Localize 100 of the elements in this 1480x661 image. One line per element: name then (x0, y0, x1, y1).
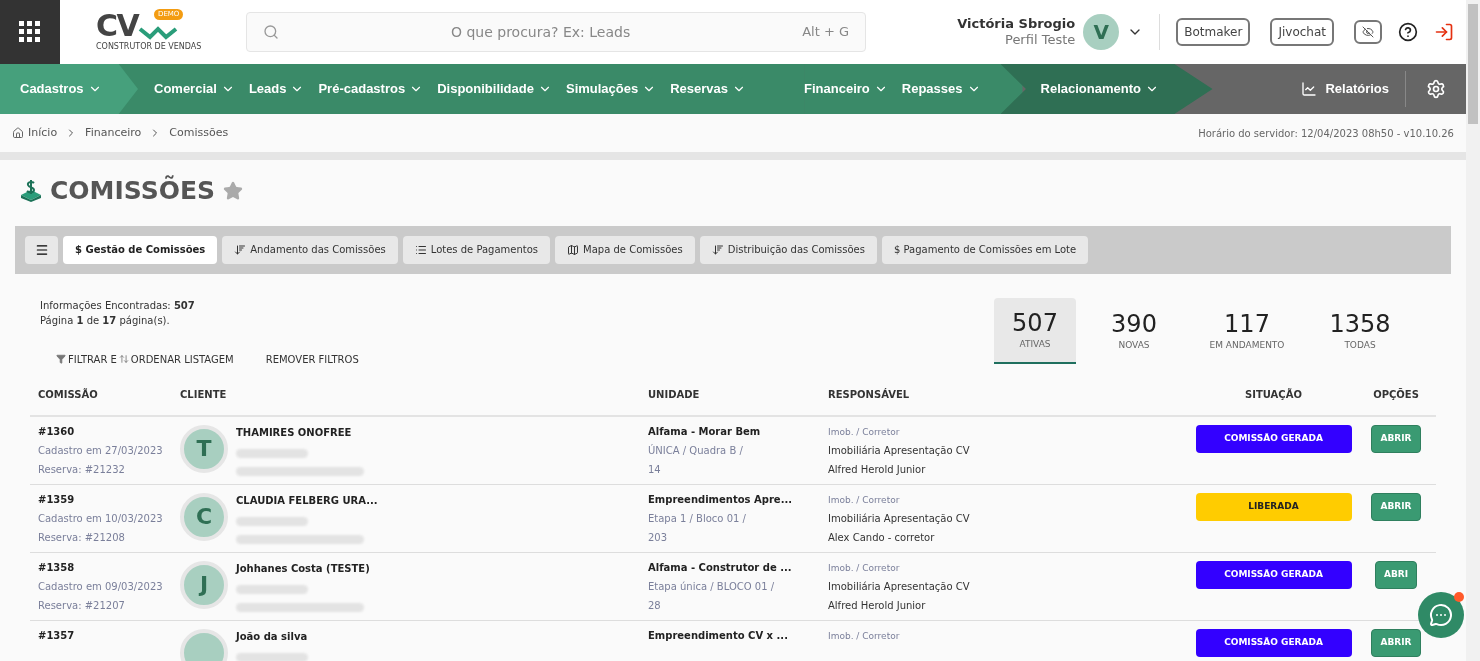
nav-menu-item[interactable]: Repasses (901, 79, 981, 99)
shortcut-hint: Alt + G (802, 23, 849, 42)
unit-name: Empreendimentos Apre... (648, 492, 794, 507)
home-icon (12, 127, 24, 139)
commission-id: #1360 (38, 424, 76, 439)
stat-tab[interactable]: 507 ATIVAS (994, 297, 1076, 364)
grid-icon (19, 21, 41, 43)
user-profile: Perfil Teste (1005, 32, 1076, 49)
apps-menu-button[interactable] (0, 0, 60, 64)
chat-icon (1429, 603, 1453, 627)
stat-tab[interactable]: 117 EM ANDAMENTO (1192, 297, 1302, 364)
settings-icon[interactable] (1426, 79, 1446, 99)
unit-number: 203 (648, 530, 669, 545)
eye-off-icon (1362, 26, 1374, 38)
column-header: RESPONSÁVEL (828, 387, 911, 402)
breadcrumb-link[interactable]: Financeiro (85, 124, 142, 142)
tab[interactable]: Andamento das Comissões (222, 235, 398, 264)
breadcrumb-link[interactable]: Início (28, 124, 58, 142)
column-header: SITUAÇÃO (1244, 387, 1303, 402)
filter-order-button[interactable]: FILTRAR E ORDENAR LISTAGEM (56, 351, 234, 367)
favorite-star-icon[interactable] (223, 180, 243, 201)
nav-menu-item[interactable]: Reservas (670, 79, 747, 99)
search-icon (263, 24, 279, 40)
sort-icon (234, 243, 247, 256)
responsible-role: Imob. / Corretor (828, 561, 901, 575)
agency-name: Imobiliária Apresentação CV (828, 443, 971, 458)
created-date: Cadastro em 10/03/2023 (38, 511, 164, 526)
page-info: Página 1 de 17 página(s). (40, 313, 171, 328)
client-name: João da silva (236, 629, 309, 644)
user-name: Victória Sbrogio (957, 15, 1076, 32)
nav-menu-item[interactable]: Simulações (565, 79, 657, 99)
tab[interactable]: $ Gestão de Comissões (63, 235, 218, 264)
up-down-arrow-icon (118, 354, 129, 364)
remove-filters-button[interactable]: REMOVER FILTROS (265, 351, 359, 367)
chat-tool-button[interactable]: Botmaker (1176, 18, 1251, 46)
nav-menu-item[interactable]: Relacionamento (1040, 79, 1159, 99)
money-icon (20, 179, 42, 202)
agency-name: Imobiliária Apresentação CV (828, 511, 971, 526)
nav-menu-item[interactable]: Leads (248, 79, 305, 99)
stat-tab[interactable]: 1358 TODAS (1318, 297, 1402, 364)
client-avatar: J (180, 560, 228, 609)
agent-name: Alfred Herold Junior (828, 462, 927, 477)
search-input[interactable]: O que procura? Ex: Leads (279, 21, 803, 43)
nav-menu-item[interactable]: Comercial (154, 79, 235, 99)
tab[interactable]: Lotes de Pagamentos (402, 235, 551, 264)
unit-name: Empreendimento CV x ... (648, 628, 789, 643)
hide-button[interactable] (1354, 20, 1382, 44)
chat-button[interactable] (1418, 592, 1464, 638)
reservation-number: Reserva: #21207 (38, 598, 126, 613)
reports-link[interactable]: Relatórios (1285, 79, 1405, 99)
commission-id: #1359 (38, 492, 76, 507)
column-header: COMISSÃO (37, 387, 99, 402)
help-icon[interactable] (1398, 22, 1418, 42)
scrollbar[interactable] (1466, 0, 1480, 661)
column-header: CLIENTE (180, 387, 228, 402)
created-date: Cadastro em 09/03/2023 (38, 579, 164, 594)
reservation-number: Reserva: #21208 (38, 530, 126, 545)
logo-tagline: CONSTRUTOR DE VENDAS (96, 41, 202, 53)
stat-tab[interactable]: 390 NOVAS (1092, 297, 1176, 364)
logo-mark[interactable]: CV (96, 11, 139, 41)
page-title: COMISSÕES (50, 174, 215, 207)
commission-id: #1357 (38, 628, 76, 643)
unit-detail: ÚNICA / Quadra B / (648, 443, 744, 458)
logout-icon[interactable] (1434, 22, 1454, 42)
filter-icon (56, 354, 66, 364)
responsible-role: Imob. / Corretor (828, 629, 901, 643)
server-info: Horário do servidor: 12/04/2023 08h50 - v10.10.26 (1198, 126, 1454, 141)
unit-number: 14 (648, 462, 662, 477)
column-header: OPÇÕES (1372, 387, 1420, 402)
nav-menu-item[interactable]: Pré-cadastros (318, 79, 424, 99)
map-icon (567, 243, 580, 256)
created-date: Cadastro em 27/03/2023 (38, 443, 164, 458)
user-avatar[interactable]: V (1083, 14, 1120, 50)
agent-name: Alfred Herold Junior (828, 598, 927, 613)
agent-name: Alex Cando - corretor (828, 530, 936, 545)
client-name: THAMIRES ONOFREE (236, 425, 353, 440)
nav-menu-item[interactable]: Disponibilidade (437, 79, 552, 99)
reservation-number: Reserva: #21232 (38, 462, 126, 477)
breadcrumb-link[interactable]: Comissões (169, 124, 229, 142)
unit-detail: Etapa única / BLOCO 01 / (648, 579, 776, 594)
status-badge: LIBERADA (1195, 492, 1352, 521)
agency-name: Imobiliária Apresentação CV (828, 579, 971, 594)
chat-tool-button[interactable]: Jivochat (1270, 18, 1334, 46)
menu-button[interactable] (25, 235, 58, 264)
nav-menu-item[interactable]: Financeiro (804, 79, 888, 99)
unit-name: Alfama - Morar Bem (648, 424, 762, 439)
commission-id: #1358 (38, 560, 76, 575)
unit-name: Alfama - Construtor de ... (648, 560, 793, 575)
menu-icon (34, 242, 49, 257)
client-avatar: T (180, 424, 228, 473)
status-badge: COMISSÃO GERADA (1195, 560, 1352, 589)
tab[interactable]: Distribuição das Comissões (699, 235, 877, 264)
sort-icon (711, 243, 724, 256)
tab[interactable]: Mapa de Comissões (555, 235, 695, 264)
status-badge: COMISSÃO GERADA (1195, 424, 1352, 453)
responsible-role: Imob. / Corretor (828, 493, 901, 507)
tab[interactable]: $ Pagamento de Comissões em Lote (881, 235, 1089, 264)
line-chart-icon (1301, 81, 1318, 97)
client-name: Johhanes Costa (TESTE) (236, 561, 370, 576)
results-count: Informações Encontradas: 507 (40, 298, 196, 313)
